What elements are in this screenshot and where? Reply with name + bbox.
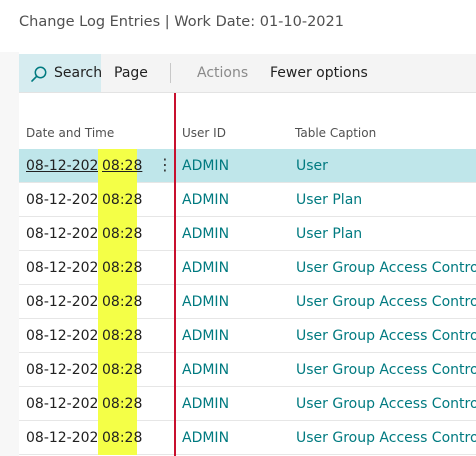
date-cell[interactable]: 08-12-2020: [26, 226, 107, 242]
search-button[interactable]: Search: [19, 54, 103, 92]
user-id-cell[interactable]: ADMIN: [182, 226, 229, 242]
table-caption-cell[interactable]: User: [296, 158, 328, 174]
table-row[interactable]: 08-12-2020 08:28 ADMIN User Group Access Co…: [19, 353, 476, 387]
action-bar: Search Page Actions Fewer options: [19, 54, 476, 93]
left-gutter: [0, 52, 19, 456]
table-row[interactable]: 08-12-2020 08:28 ADMIN User Group Access Co…: [19, 319, 476, 353]
user-id-cell[interactable]: ADMIN: [182, 192, 229, 208]
actions-menu-button[interactable]: Actions: [197, 65, 248, 81]
table-row[interactable]: 08-12-2020 08:28 ⋮ ADMIN User: [19, 149, 476, 183]
date-cell[interactable]: 08-12-2020: [26, 294, 107, 310]
table-caption-cell[interactable]: User Group Access Control: [296, 362, 476, 378]
fewer-options-button[interactable]: Fewer options: [270, 65, 368, 81]
column-header-user-id[interactable]: User ID: [182, 126, 226, 140]
table-row[interactable]: 08-12-2020 08:28 ADMIN User Plan: [19, 183, 476, 217]
search-label: Search: [54, 65, 103, 81]
table-row[interactable]: 08-12-2020 08:28 ADMIN User Group Access Co…: [19, 387, 476, 421]
time-cell[interactable]: 08:28: [98, 285, 142, 319]
date-cell[interactable]: 08-12-2020: [26, 192, 107, 208]
table-row[interactable]: 08-12-2020 08:28 ADMIN User Plan: [19, 217, 476, 251]
time-cell[interactable]: 08:28: [98, 183, 142, 217]
frozen-column-divider: [174, 93, 176, 456]
page-menu-button[interactable]: Page: [114, 65, 148, 81]
time-cell[interactable]: 08:28: [98, 319, 142, 353]
date-cell[interactable]: 08-12-2020: [26, 260, 107, 276]
column-header-table-caption[interactable]: Table Caption: [295, 126, 376, 140]
table-caption-cell[interactable]: User Group Access Control: [296, 260, 476, 276]
date-cell[interactable]: 08-12-2020: [26, 328, 107, 344]
table-caption-cell[interactable]: User Plan: [296, 192, 362, 208]
table-caption-cell[interactable]: User Plan: [296, 226, 362, 242]
user-id-cell[interactable]: ADMIN: [182, 396, 229, 412]
time-cell[interactable]: 08:28: [98, 149, 142, 183]
table-caption-cell[interactable]: User Group Access Control: [296, 294, 476, 310]
date-cell[interactable]: 08-12-2020: [26, 396, 107, 412]
time-cell[interactable]: 08:28: [98, 387, 142, 421]
table-row[interactable]: 08-12-2020 08:28 ADMIN User Group Access Co…: [19, 421, 476, 455]
user-id-cell[interactable]: ADMIN: [182, 430, 229, 446]
table-caption-cell[interactable]: User Group Access Control: [296, 430, 476, 446]
user-id-cell[interactable]: ADMIN: [182, 362, 229, 378]
table-caption-cell[interactable]: User Group Access Control: [296, 328, 476, 344]
date-cell[interactable]: 08-12-2020: [26, 362, 107, 378]
user-id-cell[interactable]: ADMIN: [182, 294, 229, 310]
time-cell[interactable]: 08:28: [98, 217, 142, 251]
user-id-cell[interactable]: ADMIN: [182, 158, 229, 174]
user-id-cell[interactable]: ADMIN: [182, 260, 229, 276]
table-caption-cell[interactable]: User Group Access Control: [296, 396, 476, 412]
change-log-table: Date and Time User ID Table Caption 08-1…: [19, 93, 476, 456]
time-cell[interactable]: 08:28: [98, 251, 142, 285]
search-icon: [31, 66, 47, 82]
time-cell[interactable]: 08:28: [98, 353, 142, 387]
title-bar: Change Log Entries | Work Date: 01-10-20…: [0, 0, 476, 52]
time-cell[interactable]: 08:28: [98, 421, 142, 455]
date-cell[interactable]: 08-12-2020: [26, 158, 107, 174]
page-title: Change Log Entries | Work Date: 01-10-20…: [19, 14, 344, 30]
row-menu-icon[interactable]: ⋮: [157, 155, 173, 174]
table-row[interactable]: 08-12-2020 08:28 ADMIN User Group Access Co…: [19, 251, 476, 285]
user-id-cell[interactable]: ADMIN: [182, 328, 229, 344]
table-row[interactable]: 08-12-2020 08:28 ADMIN User Group Access Co…: [19, 285, 476, 319]
column-header-date-and-time[interactable]: Date and Time: [26, 126, 114, 140]
date-cell[interactable]: 08-12-2020: [26, 430, 107, 446]
divider: [170, 63, 171, 83]
